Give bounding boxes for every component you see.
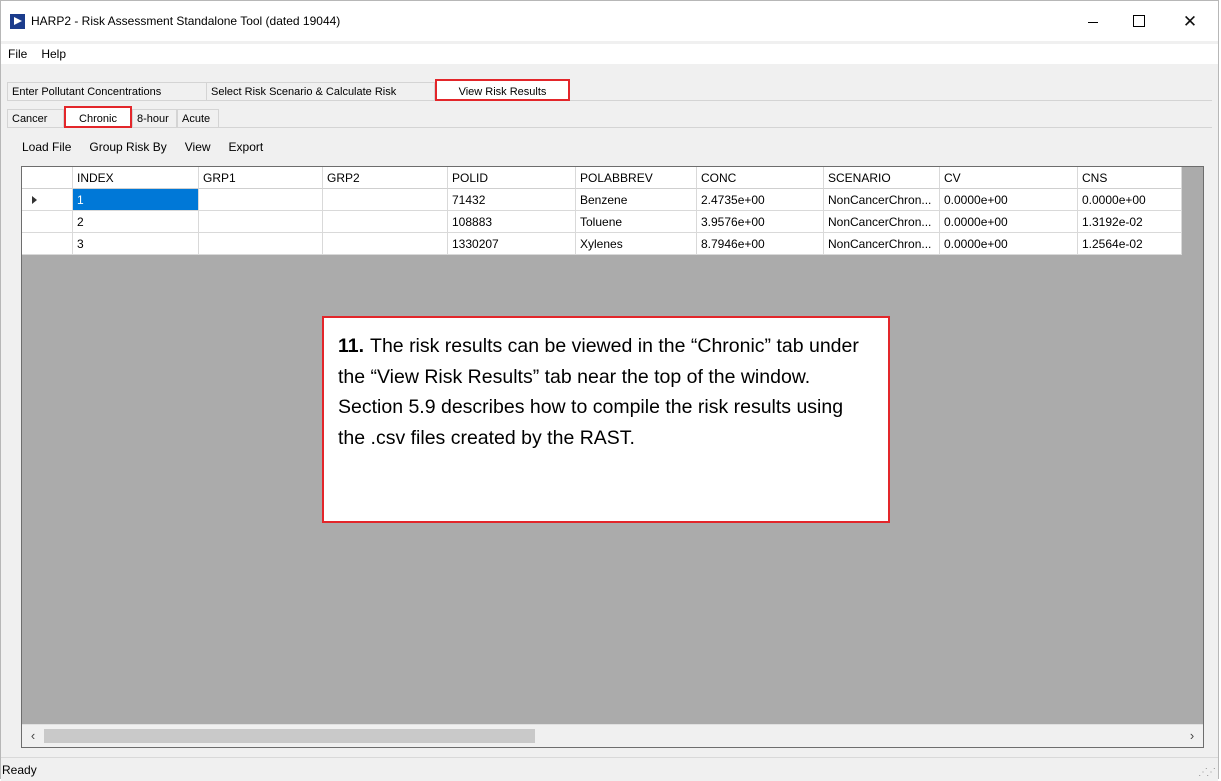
minimize-button[interactable]: [1070, 1, 1116, 41]
sub-tab-strip: Cancer Chronic 8-hour Acute: [7, 106, 1212, 128]
app-window: HARP2 - Risk Assessment Standalone Tool …: [0, 0, 1219, 781]
tab-view-risk-results[interactable]: View Risk Results: [435, 79, 570, 101]
cell-scenario[interactable]: NonCancerChron...: [824, 189, 940, 211]
horizontal-scrollbar[interactable]: ‹ ›: [22, 724, 1203, 747]
cell-cv[interactable]: 0.0000e+00: [940, 189, 1078, 211]
cell-cv[interactable]: 0.0000e+00: [940, 233, 1078, 255]
maximize-icon: [1133, 15, 1145, 27]
scroll-left-icon[interactable]: ‹: [22, 725, 44, 747]
window-title: HARP2 - Risk Assessment Standalone Tool …: [31, 14, 341, 28]
tab-select-risk-scenario[interactable]: Select Risk Scenario & Calculate Risk: [206, 82, 435, 101]
instruction-callout: 11. The risk results can be viewed in the…: [322, 316, 890, 523]
cell-polabbrev[interactable]: Xylenes: [576, 233, 697, 255]
cell-grp2[interactable]: [323, 211, 448, 233]
title-bar[interactable]: HARP2 - Risk Assessment Standalone Tool …: [1, 1, 1218, 41]
cell-cns[interactable]: 1.2564e-02: [1078, 233, 1182, 255]
status-bar: Ready ⋰⋰: [1, 757, 1218, 781]
main-tab-strip: Enter Pollutant Concentrations Select Ri…: [7, 79, 1212, 101]
column-header-polabbrev[interactable]: POLABBREV: [576, 167, 697, 189]
column-header-scenario[interactable]: SCENARIO: [824, 167, 940, 189]
cell-polabbrev[interactable]: Benzene: [576, 189, 697, 211]
cell-grp2[interactable]: [323, 189, 448, 211]
cell-scenario[interactable]: NonCancerChron...: [824, 211, 940, 233]
cell-scenario[interactable]: NonCancerChron...: [824, 233, 940, 255]
column-header-grp2[interactable]: GRP2: [323, 167, 448, 189]
tab-chronic[interactable]: Chronic: [64, 106, 132, 128]
tab-cancer[interactable]: Cancer: [7, 109, 64, 128]
main-tab-divider: [7, 100, 1212, 101]
resize-grip-icon[interactable]: ⋰⋰: [1198, 767, 1216, 778]
column-header-cns[interactable]: CNS: [1078, 167, 1182, 189]
tab-8-hour[interactable]: 8-hour: [132, 109, 177, 128]
cell-polid[interactable]: 1330207: [448, 233, 576, 255]
toolbar: Load File Group Risk By View Export: [13, 133, 1206, 161]
row-header[interactable]: [22, 189, 73, 211]
scrollbar-thumb[interactable]: [44, 729, 535, 743]
column-header-conc[interactable]: CONC: [697, 167, 824, 189]
export-button[interactable]: Export: [220, 140, 273, 154]
close-button[interactable]: ✕: [1167, 1, 1213, 41]
cell-polid[interactable]: 108883: [448, 211, 576, 233]
load-file-button[interactable]: Load File: [13, 140, 80, 154]
cell-index[interactable]: 1: [73, 189, 199, 211]
current-row-icon: [32, 196, 37, 204]
cell-cns[interactable]: 1.3192e-02: [1078, 211, 1182, 233]
cell-grp1[interactable]: [199, 211, 323, 233]
menu-file[interactable]: File: [1, 47, 34, 61]
callout-step-number: 11.: [338, 335, 365, 357]
column-header-index[interactable]: INDEX: [73, 167, 199, 189]
table-row[interactable]: 1 71432 Benzene 2.4735e+00 NonCancerChro…: [22, 189, 1182, 211]
cell-conc[interactable]: 3.9576e+00: [697, 211, 824, 233]
minimize-icon: [1088, 21, 1098, 23]
cell-cv[interactable]: 0.0000e+00: [940, 211, 1078, 233]
cell-cns[interactable]: 0.0000e+00: [1078, 189, 1182, 211]
column-header-polid[interactable]: POLID: [448, 167, 576, 189]
cell-grp2[interactable]: [323, 233, 448, 255]
menu-help[interactable]: Help: [34, 47, 73, 61]
menu-bar: File Help: [1, 44, 1218, 64]
row-header[interactable]: [22, 233, 73, 255]
group-risk-by-button[interactable]: Group Risk By: [80, 140, 175, 154]
sub-tab-divider: [7, 127, 1212, 128]
column-header-grp1[interactable]: GRP1: [199, 167, 323, 189]
close-icon: ✕: [1182, 11, 1198, 31]
cell-grp1[interactable]: [199, 233, 323, 255]
app-logo-icon: [10, 14, 25, 29]
cell-conc[interactable]: 2.4735e+00: [697, 189, 824, 211]
table-row[interactable]: 3 1330207 Xylenes 8.7946e+00 NonCancerCh…: [22, 233, 1182, 255]
view-button[interactable]: View: [176, 140, 220, 154]
tab-enter-pollutant-concentrations[interactable]: Enter Pollutant Concentrations: [7, 82, 207, 101]
cell-conc[interactable]: 8.7946e+00: [697, 233, 824, 255]
cell-polid[interactable]: 71432: [448, 189, 576, 211]
row-header[interactable]: [22, 211, 73, 233]
cell-polabbrev[interactable]: Toluene: [576, 211, 697, 233]
grid-header-row: INDEX GRP1 GRP2 POLID POLABBREV CONC SCE…: [22, 167, 1182, 189]
cell-grp1[interactable]: [199, 189, 323, 211]
cell-index[interactable]: 3: [73, 233, 199, 255]
callout-text: The risk results can be viewed in the “C…: [338, 335, 859, 449]
column-header-cv[interactable]: CV: [940, 167, 1078, 189]
row-header-corner: [22, 167, 73, 189]
table-row[interactable]: 2 108883 Toluene 3.9576e+00 NonCancerChr…: [22, 211, 1182, 233]
status-text: Ready: [2, 763, 37, 777]
scroll-right-icon[interactable]: ›: [1181, 725, 1203, 747]
tab-acute[interactable]: Acute: [177, 109, 219, 128]
cell-index[interactable]: 2: [73, 211, 199, 233]
maximize-button[interactable]: [1116, 1, 1162, 41]
